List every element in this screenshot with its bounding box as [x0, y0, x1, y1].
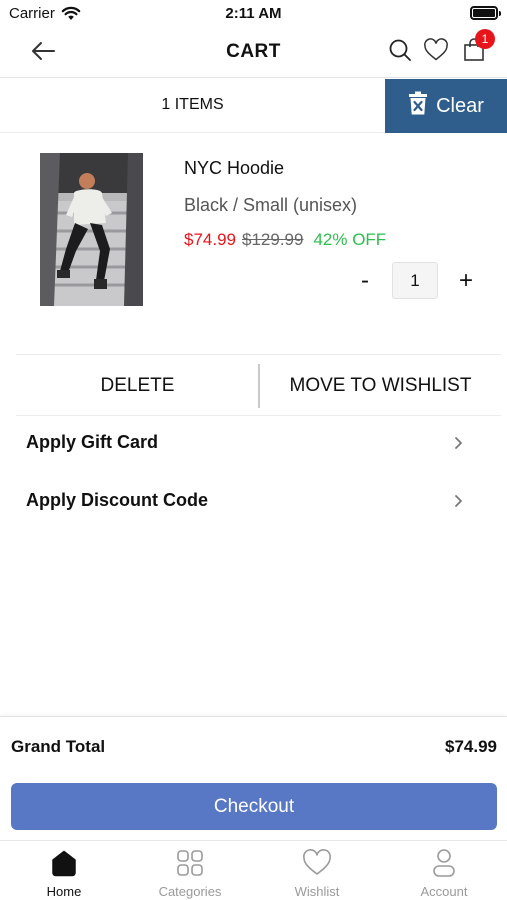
- quantity-increase-button[interactable]: +: [454, 266, 478, 296]
- quantity-field[interactable]: 1: [392, 262, 438, 299]
- tab-account-label: Account: [420, 884, 468, 899]
- item-actions: DELETE MOVE TO WISHLIST: [16, 354, 501, 416]
- product-image[interactable]: [40, 153, 143, 306]
- status-bar: Carrier 2:11 AM: [0, 0, 507, 28]
- apply-discount-code-label: Apply Discount Code: [26, 490, 209, 510]
- grid-icon: [127, 847, 253, 879]
- sale-price: $74.99: [184, 230, 236, 249]
- app-header: CART 1: [0, 28, 507, 78]
- tab-categories[interactable]: Categories: [127, 841, 253, 900]
- tab-wishlist-label: Wishlist: [294, 884, 340, 899]
- arrow-left-icon: [30, 41, 56, 66]
- product-variant: Black / Small (unisex): [184, 195, 358, 215]
- wishlist-header-button[interactable]: [423, 37, 449, 67]
- apply-discount-code-row[interactable]: Apply Discount Code: [0, 478, 507, 526]
- delete-button[interactable]: DELETE: [16, 355, 259, 417]
- tab-bar: Home Categories Wishlist Account: [0, 840, 507, 900]
- cart-header-button[interactable]: 1: [461, 29, 495, 65]
- tab-categories-label: Categories: [158, 884, 222, 899]
- original-price: $129.99: [242, 230, 304, 249]
- user-icon: [381, 847, 507, 879]
- clear-cart-button[interactable]: Clear: [385, 79, 507, 133]
- heart-icon: [423, 37, 449, 67]
- items-bar: 1 ITEMS Clear: [0, 79, 507, 133]
- move-to-wishlist-button[interactable]: MOVE TO WISHLIST: [260, 355, 501, 417]
- cart-badge: 1: [475, 29, 495, 49]
- tab-home[interactable]: Home: [1, 841, 127, 900]
- home-icon: [1, 847, 127, 879]
- clock: 2:11 AM: [225, 5, 282, 22]
- grand-total-value: $74.99: [445, 737, 497, 756]
- trash-x-icon: [408, 91, 428, 121]
- clear-label: Clear: [436, 94, 484, 117]
- apply-gift-card-label: Apply Gift Card: [26, 432, 159, 452]
- search-icon: [388, 38, 412, 67]
- quantity-decrease-button[interactable]: -: [354, 266, 376, 296]
- chevron-right-icon: [454, 436, 463, 455]
- product-name[interactable]: NYC Hoodie: [184, 158, 284, 179]
- chevron-right-icon: [454, 494, 463, 513]
- battery-icon: [470, 6, 501, 20]
- tab-home-label: Home: [46, 884, 82, 899]
- grand-total-bar: Grand Total $74.99: [0, 716, 507, 774]
- back-button[interactable]: [28, 38, 58, 68]
- price-row: $74.99 $129.99 42% OFF: [184, 230, 386, 250]
- items-count: 1 ITEMS: [161, 96, 224, 113]
- heart-icon: [254, 847, 380, 879]
- discount-badge: 42% OFF: [313, 230, 387, 249]
- search-button[interactable]: [387, 39, 413, 65]
- tab-wishlist[interactable]: Wishlist: [254, 841, 380, 900]
- checkout-button[interactable]: Checkout: [11, 783, 497, 830]
- grand-total-label: Grand Total: [11, 737, 106, 756]
- tab-account[interactable]: Account: [381, 841, 507, 900]
- apply-gift-card-row[interactable]: Apply Gift Card: [0, 420, 507, 468]
